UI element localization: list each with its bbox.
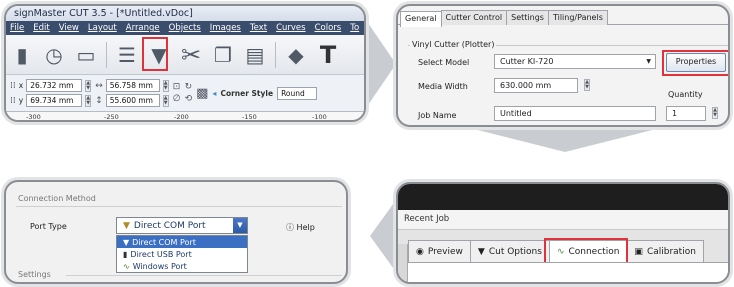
menu-bar: File Edit View Layout Arrange Objects Im…: [6, 21, 364, 35]
tab-cut-options[interactable]: ▼ Cut Options: [469, 240, 550, 262]
connection-method-panel: Connection Method Port Type ▼ Direct COM…: [4, 180, 348, 284]
cutter-icon: ▼: [477, 246, 485, 257]
menu-arrange[interactable]: Arrange: [126, 23, 160, 33]
media-width-field[interactable]: 630.000 mm: [494, 78, 578, 93]
text-tool-icon[interactable]: T: [316, 41, 340, 69]
job-name-label: Job Name: [418, 111, 457, 120]
plug-icon: ▼: [123, 237, 130, 247]
quantity-label: Quantity: [668, 90, 703, 99]
option-windows-port[interactable]: ∿ Windows Port: [117, 260, 247, 272]
arrow-left-icon: ◂: [212, 88, 217, 98]
height-field[interactable]: 55.600 mm: [105, 94, 160, 107]
height-icon: ↕: [95, 95, 103, 106]
menu-view[interactable]: View: [59, 23, 79, 33]
calibration-icon: ▣: [634, 246, 643, 257]
book-icon[interactable]: ▮: [10, 41, 34, 69]
tab-general[interactable]: General: [400, 11, 442, 27]
paste-icon[interactable]: ▤: [243, 41, 267, 69]
y-field[interactable]: 69.734 mm: [26, 94, 83, 107]
port-type-dropdown: ▼ Direct COM Port ▮ Direct USB Port ∿ Windo…: [116, 235, 248, 273]
properties-button[interactable]: Properties: [666, 53, 726, 72]
port-type-label: Port Type: [30, 222, 67, 231]
copy-icon[interactable]: ❐: [211, 41, 235, 69]
tab-preview[interactable]: ◉ Preview: [408, 240, 471, 262]
menu-colors[interactable]: Colors: [315, 23, 342, 33]
tab-tiling-panels[interactable]: Tiling/Panels: [547, 10, 608, 25]
usb-icon: ▮: [123, 249, 128, 259]
quantity-stepper[interactable]: ▲ ▼: [712, 107, 718, 119]
quantity-field[interactable]: 1: [666, 106, 706, 121]
grid-icon: ⁞⁞: [10, 80, 16, 91]
main-toolbar: ▮ ◷ ▭ ☰ ▼ ✂ ❐ ▤ ◆ T: [6, 35, 364, 75]
toolbar-panel: signMaster CUT 3.5 - [*Untitled.vDoc] Fi…: [4, 4, 366, 122]
chevron-down-icon: ▼: [646, 58, 651, 65]
settings-heading: Settings: [18, 270, 51, 279]
corner-style-label: Corner Style: [220, 88, 274, 98]
help-icon: ⓘ: [286, 223, 294, 232]
menu-text[interactable]: Text: [250, 23, 267, 33]
port-type-select[interactable]: ▼ Direct COM Port ▼: [116, 217, 248, 234]
vinyl-cutter-group-title: Vinyl Cutter (Plotter): [410, 40, 497, 49]
settings-tabs: General Cutter Control Settings Tiling/P…: [398, 6, 728, 27]
chevron-down-icon[interactable]: ▼: [233, 218, 247, 233]
grid-icon: ⁞⁞: [10, 95, 16, 106]
option-direct-usb-port[interactable]: ▮ Direct USB Port: [117, 248, 247, 260]
eye-icon: ◉: [416, 246, 424, 257]
job-name-field[interactable]: Untitled: [494, 106, 656, 121]
mirror-icon[interactable]: ⟲: [185, 94, 193, 104]
lock-icon[interactable]: ⊡: [173, 82, 181, 92]
menu-images[interactable]: Images: [210, 23, 241, 33]
corner-style-select[interactable]: Round: [277, 86, 318, 100]
media-width-label: Media Width: [418, 82, 468, 91]
printer-icon[interactable]: ☰: [115, 41, 139, 69]
menu-layout[interactable]: Layout: [88, 23, 117, 33]
tab-calibration[interactable]: ▣ Calibration: [626, 240, 704, 262]
connection-tab-panel: Recent Job ◉ Preview ▼ Cut Options ∿ Connec…: [396, 182, 730, 284]
menu-file[interactable]: File: [10, 23, 24, 33]
scissors-icon[interactable]: ✂: [179, 41, 203, 69]
width-field[interactable]: 56.758 mm: [105, 79, 160, 92]
menu-curves[interactable]: Curves: [276, 23, 306, 33]
property-bar: ⁞⁞ x 26.732 mm ▲ ▼ ⁞⁞ y 69.734 mm ▲ ▼ ↔ 56.758 mm…: [6, 75, 364, 111]
clock-icon[interactable]: ◷: [42, 41, 66, 69]
cut-button-highlight: [142, 37, 168, 71]
mixer-icon[interactable]: ▩: [196, 86, 208, 101]
recent-job-label: Recent Job: [398, 210, 728, 230]
media-width-stepper[interactable]: ▲ ▼: [584, 79, 590, 91]
cable-icon: ∿: [123, 261, 130, 271]
horizontal-ruler: -300 -250 -200 -150 -100: [6, 111, 364, 120]
save-icon[interactable]: ▭: [74, 41, 98, 69]
plug-icon: ▼: [123, 220, 130, 231]
tab-cutter-control[interactable]: Cutter Control: [440, 10, 508, 25]
paint-bucket-icon[interactable]: ◆: [284, 41, 308, 69]
width-icon: ↔: [95, 80, 103, 91]
general-settings-panel: General Cutter Control Settings Tiling/P…: [396, 4, 730, 127]
select-model-label: Select Model: [418, 58, 470, 67]
menu-tools[interactable]: To: [350, 23, 359, 33]
connection-method-heading: Connection Method: [18, 194, 96, 203]
rotate-icon[interactable]: ↻: [185, 82, 193, 92]
menu-edit[interactable]: Edit: [33, 23, 49, 33]
x-field[interactable]: 26.732 mm: [26, 79, 83, 92]
option-direct-com-port[interactable]: ▼ Direct COM Port: [117, 236, 247, 248]
help-link[interactable]: ⓘ Help: [286, 222, 315, 233]
window-title: signMaster CUT 3.5 - [*Untitled.vDoc]: [6, 6, 364, 21]
tab-settings[interactable]: Settings: [506, 10, 549, 25]
link-icon[interactable]: ∅: [173, 94, 181, 104]
select-model-dropdown[interactable]: Cutter KI-720 ▼: [494, 54, 656, 69]
menu-objects[interactable]: Objects: [169, 23, 201, 33]
